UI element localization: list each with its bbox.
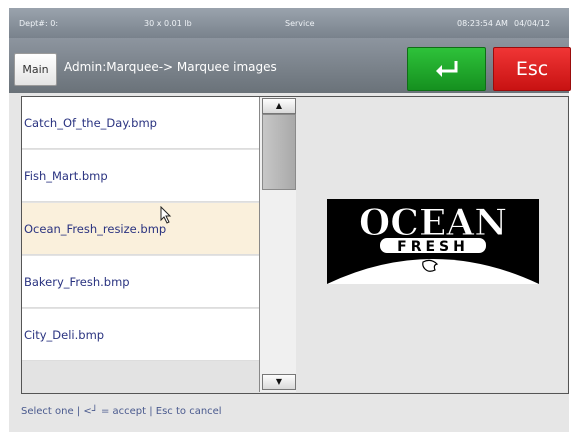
accept-button[interactable] (407, 47, 486, 91)
list-item[interactable]: Catch_Of_the_Day.bmp (22, 97, 259, 149)
fish-icon (422, 259, 439, 272)
file-list: Catch_Of_the_Day.bmp Fish_Mart.bmp Ocean… (22, 97, 259, 365)
list-item-selected[interactable]: Ocean_Fresh_resize.bmp (22, 203, 259, 255)
list-item[interactable]: City_Deli.bmp (22, 309, 259, 361)
mode-indicator: Service (285, 19, 315, 28)
scroll-down-button[interactable]: ▼ (262, 374, 296, 390)
scroll-thumb[interactable] (262, 114, 296, 190)
enter-arrow-icon (435, 61, 457, 77)
scrollbar[interactable]: ▲ ▼ (259, 97, 297, 392)
time-indicator: 08:23:54 AM (457, 19, 508, 28)
weight-indicator: 30 x 0.01 lb (144, 19, 192, 28)
mouse-cursor-icon (160, 206, 172, 224)
marquee-image-preview: OCEAN FRESH (327, 199, 539, 284)
scroll-up-button[interactable]: ▲ (262, 98, 296, 114)
list-item[interactable]: Fish_Mart.bmp (22, 150, 259, 202)
logo-banner: FRESH (397, 239, 469, 255)
page-title: Admin:Marquee-> Marquee images (64, 60, 277, 74)
content-panel: Catch_Of_the_Day.bmp Fish_Mart.bmp Ocean… (21, 96, 569, 394)
status-bar: Dept#: 0: 30 x 0.01 lb Service 08:23:54 … (9, 8, 569, 38)
screen: Dept#: 0: 30 x 0.01 lb Service 08:23:54 … (9, 8, 571, 432)
main-button[interactable]: Main (14, 53, 57, 86)
date-indicator: 04/04/12 (514, 19, 550, 28)
image-preview-area: OCEAN FRESH (296, 97, 567, 392)
esc-button[interactable]: Esc (493, 47, 571, 91)
dept-indicator: Dept#: 0: (19, 19, 59, 28)
footer-hint: Select one | <┘ = accept | Esc to cancel (21, 406, 222, 417)
header: Main Admin:Marquee-> Marquee images Esc (9, 38, 571, 93)
list-item[interactable]: Bakery_Fresh.bmp (22, 256, 259, 308)
